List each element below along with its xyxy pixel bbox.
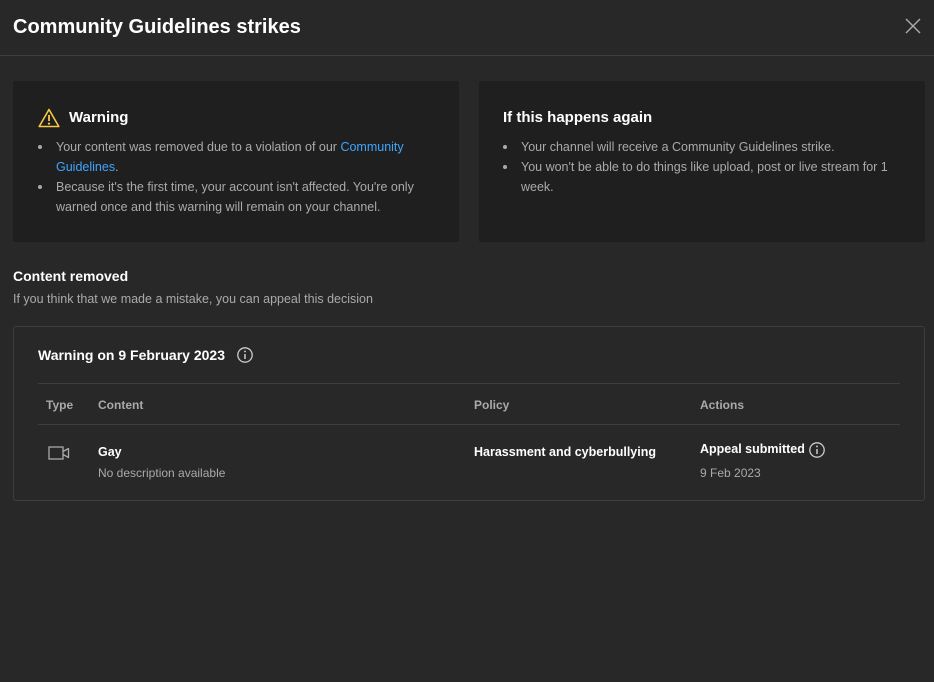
column-header-policy: Policy (474, 398, 510, 412)
appeal-info-icon[interactable] (808, 441, 826, 459)
repeat-consequence-card: If this happens again Your channel will … (479, 81, 925, 242)
column-header-content: Content (98, 398, 144, 412)
warning-heading: Warning (69, 109, 129, 126)
content-description: No description available (98, 466, 226, 480)
table-divider (38, 383, 900, 384)
strikes-dialog: Community Guidelines strikes Warning You… (0, 0, 934, 682)
warning-bullet-first-time: Because it's the first time, your accoun… (38, 177, 438, 217)
appeal-date: 9 Feb 2023 (700, 466, 761, 480)
dialog-title: Community Guidelines strikes (13, 16, 301, 38)
warning-bullet-end: . (115, 160, 119, 174)
content-removed-subtitle: If you think that we made a mistake, you… (13, 292, 373, 306)
table-divider (38, 424, 900, 425)
repeat-heading: If this happens again (503, 109, 653, 126)
column-header-actions: Actions (700, 398, 745, 412)
content-removed-title: Content removed (13, 268, 129, 284)
close-button[interactable] (900, 13, 926, 39)
info-icon[interactable] (236, 346, 254, 364)
dialog-header: Community Guidelines strikes (0, 0, 934, 56)
close-icon (905, 18, 921, 34)
repeat-bullet-restriction: You won't be able to do things like uplo… (503, 157, 903, 197)
warning-bullet-text: Your content was removed due to a violat… (56, 140, 341, 154)
warning-bullets: Your content was removed due to a violat… (38, 137, 438, 217)
warning-bullet-removed: Your content was removed due to a violat… (38, 137, 438, 177)
warning-table-card: Warning on 9 February 2023 Type Content … (13, 326, 925, 501)
video-camera-icon (48, 446, 70, 460)
warning-date-title: Warning on 9 February 2023 (38, 347, 225, 363)
repeat-bullets: Your channel will receive a Community Gu… (503, 137, 903, 197)
warning-triangle-icon (38, 108, 60, 128)
appeal-status: Appeal submitted (700, 442, 805, 456)
content-title: Gay (98, 445, 122, 459)
column-header-type: Type (46, 398, 74, 412)
policy-name: Harassment and cyberbullying (474, 445, 657, 459)
warning-card: Warning Your content was removed due to … (13, 81, 459, 242)
repeat-bullet-strike: Your channel will receive a Community Gu… (503, 137, 903, 157)
